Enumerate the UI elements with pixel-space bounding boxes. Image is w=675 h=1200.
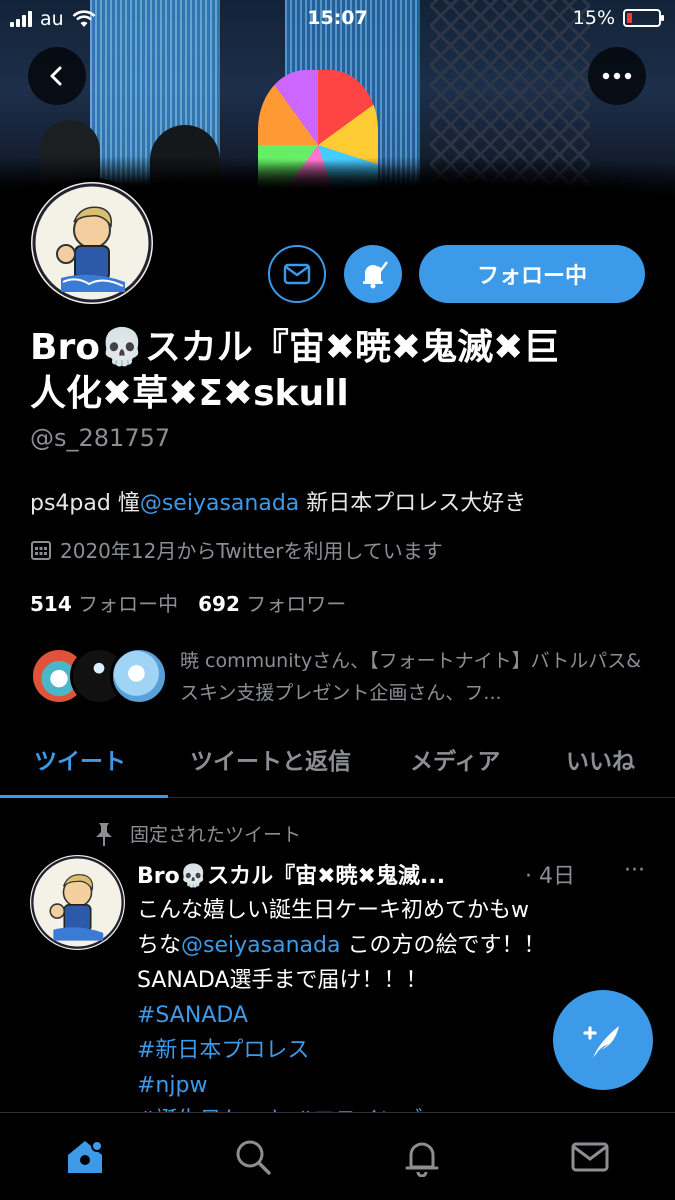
profile-name: Bro💀スカル『宙✖暁✖鬼滅✖巨 人化✖草✖Σ✖skull xyxy=(30,325,650,417)
nav-search[interactable] xyxy=(231,1135,275,1179)
bio-text-suffix: 新日本プロレス大好き xyxy=(299,491,527,516)
hashtag-link[interactable]: #njpw xyxy=(137,1068,637,1103)
bio-text: ps4pad 憧 xyxy=(30,491,140,516)
tab-media[interactable]: メディア xyxy=(410,742,500,776)
message-button[interactable] xyxy=(268,245,326,303)
followers-count-link[interactable]: 692 フォロワー xyxy=(198,588,346,617)
bell-icon xyxy=(405,1142,439,1177)
follow-counts: 514 フォロー中 692 フォロワー xyxy=(30,588,346,617)
battery-percent: 15% xyxy=(572,7,615,29)
pin-icon xyxy=(96,822,112,846)
profile-avatar[interactable] xyxy=(27,178,157,308)
calendar-icon xyxy=(31,540,51,560)
back-button[interactable] xyxy=(28,47,86,105)
back-arrow-icon xyxy=(50,66,62,86)
nav-messages[interactable] xyxy=(568,1135,612,1179)
envelope-icon xyxy=(283,263,311,285)
profile-name-line2: 人化✖草✖Σ✖skull xyxy=(30,373,349,414)
avatar-illustration xyxy=(31,856,124,949)
bottom-navigation xyxy=(0,1112,675,1200)
status-right: 15% xyxy=(572,7,664,29)
tweet-line: こんな嬉しい誕生日ケーキ初めてかもw xyxy=(137,898,529,923)
home-icon xyxy=(68,1140,103,1173)
compose-tweet-button[interactable] xyxy=(553,990,653,1090)
more-dots-icon xyxy=(602,72,632,80)
known-followers[interactable]: 暁 communityさん、【フォートナイト】バトルパス&スキン支援プレゼント企… xyxy=(30,645,650,710)
known-followers-text: 暁 communityさん、【フォートナイト】バトルパス&スキン支援プレゼント企… xyxy=(180,650,642,704)
pinned-text: 固定されたツイート xyxy=(130,824,302,846)
profile-bio: ps4pad 憧@seiyasanada 新日本プロレス大好き xyxy=(30,485,526,517)
tweet-more-button[interactable]: ··· xyxy=(624,858,645,883)
nav-notifications[interactable] xyxy=(400,1135,444,1179)
tweet-mention-link[interactable]: @seiyasanada xyxy=(181,933,340,958)
bio-mention-link[interactable]: @seiyasanada xyxy=(140,491,299,516)
active-tab-indicator xyxy=(0,795,168,798)
envelope-icon xyxy=(571,1142,609,1172)
following-count-link[interactable]: 514 フォロー中 xyxy=(30,588,178,617)
profile-tabs: ツイート ツイートと返信 メディア いいね xyxy=(0,730,675,798)
battery-icon xyxy=(623,9,664,27)
tweet-line: SANADA選手まで届け！！！ xyxy=(137,968,428,993)
tab-tweets-and-replies[interactable]: ツイートと返信 xyxy=(190,742,351,776)
tweet-line: ちな@seiyasanada この方の絵です！！ xyxy=(137,933,546,958)
profile-name-line1: Bro💀スカル『宙✖暁✖鬼滅✖巨 xyxy=(30,327,560,368)
more-options-button[interactable] xyxy=(588,47,646,105)
tab-likes[interactable]: いいね xyxy=(566,742,635,776)
nav-home[interactable] xyxy=(63,1135,107,1179)
tweet-timestamp[interactable]: · 4日 xyxy=(525,858,575,890)
avatar-illustration xyxy=(32,183,152,303)
known-follower-avatar xyxy=(110,647,168,705)
tweet-author-avatar[interactable] xyxy=(30,855,125,950)
following-button[interactable]: フォロー中 xyxy=(419,245,645,303)
tweet-author-name[interactable]: Bro💀スカル『宙✖暁✖鬼滅... xyxy=(137,858,517,890)
status-bar: au 15:07 15% xyxy=(0,0,675,40)
tweet-header: Bro💀スカル『宙✖暁✖鬼滅... · 4日 ··· xyxy=(137,858,657,890)
pinned-tweet-label: 固定されたツイート xyxy=(92,820,301,847)
tab-tweets[interactable]: ツイート xyxy=(34,742,126,776)
bell-icon xyxy=(363,261,388,289)
compose-feather-icon xyxy=(583,1026,619,1058)
search-icon xyxy=(236,1140,271,1175)
joined-date: 2020年12月からTwitterを利用しています xyxy=(30,535,443,564)
notifications-button[interactable] xyxy=(344,245,402,303)
joined-text: 2020年12月からTwitterを利用しています xyxy=(60,539,443,563)
profile-handle: @s_281757 xyxy=(30,424,171,452)
